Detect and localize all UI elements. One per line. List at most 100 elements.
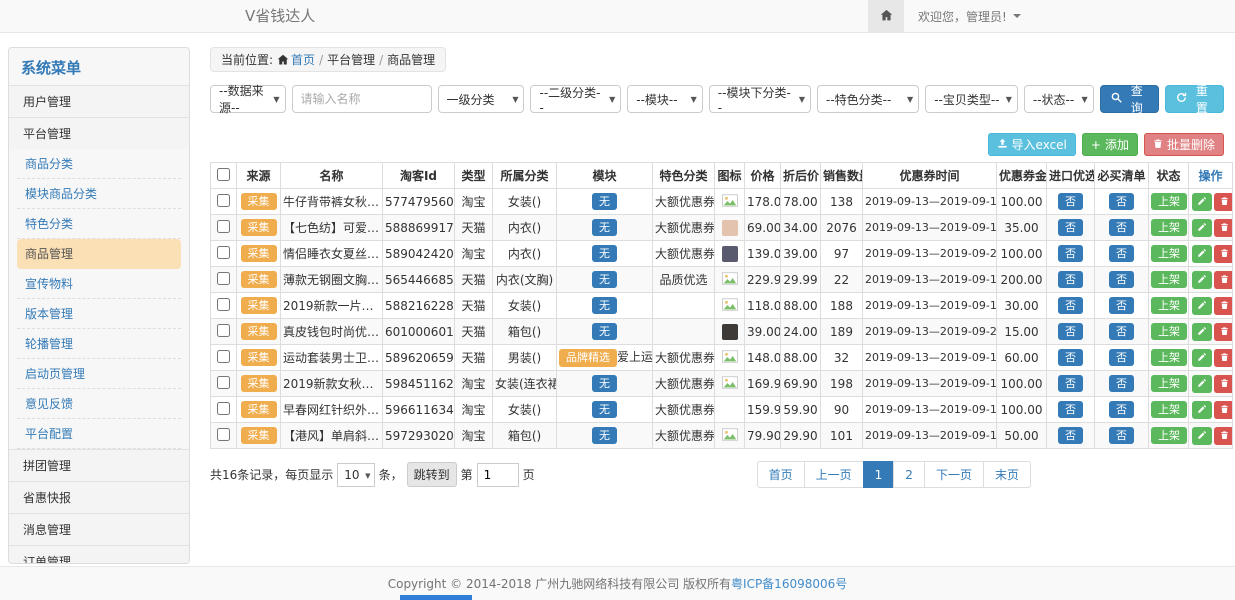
level2-category-select[interactable]: --二级分类--▼ (530, 85, 621, 113)
import-select-badge[interactable]: 否 (1058, 375, 1083, 393)
reset-button[interactable]: 重置 (1165, 85, 1224, 113)
module-subcategory-select[interactable]: --模块下分类--▼ (709, 85, 811, 113)
edit-button[interactable] (1192, 271, 1212, 289)
import-select-badge[interactable]: 否 (1058, 323, 1083, 341)
page-button[interactable]: 下一页 (924, 461, 984, 488)
name-input[interactable] (292, 85, 432, 113)
level1-category-select[interactable]: 一级分类▼ (438, 85, 525, 113)
import-excel-button[interactable]: 导入excel (988, 133, 1076, 156)
row-checkbox[interactable] (217, 272, 230, 285)
data-source-select[interactable]: --数据来源--▼ (210, 85, 286, 113)
item-type-select[interactable]: --宝贝类型--▼ (925, 85, 1018, 113)
status-badge[interactable]: 上架 (1151, 323, 1187, 341)
status-badge[interactable]: 上架 (1151, 297, 1187, 315)
batch-delete-button[interactable]: 批量删除 (1144, 133, 1224, 156)
sidebar-item[interactable]: 版本管理 (17, 299, 181, 329)
sidebar-item[interactable]: 省惠快报 (9, 481, 189, 513)
icp-link[interactable]: 粤ICP备16098006号 (731, 575, 847, 592)
delete-button[interactable] (1214, 323, 1233, 341)
must-buy-badge[interactable]: 否 (1109, 193, 1134, 211)
import-select-badge[interactable]: 否 (1058, 297, 1083, 315)
import-select-badge[interactable]: 否 (1058, 271, 1083, 289)
sidebar-item[interactable]: 订单管理 (9, 545, 189, 564)
edit-button[interactable] (1192, 323, 1212, 341)
sidebar-item[interactable]: 意见反馈 (17, 389, 181, 419)
must-buy-badge[interactable]: 否 (1109, 375, 1134, 393)
delete-button[interactable] (1214, 271, 1233, 289)
home-button[interactable] (868, 0, 904, 32)
breadcrumb-home-link[interactable]: 首页 (291, 53, 315, 67)
sidebar-item[interactable]: 用户管理 (9, 85, 189, 117)
sidebar-item[interactable]: 拼团管理 (9, 449, 189, 481)
sidebar-item[interactable]: 模块商品分类 (17, 179, 181, 209)
must-buy-badge[interactable]: 否 (1109, 297, 1134, 315)
row-checkbox[interactable] (217, 428, 230, 441)
must-buy-badge[interactable]: 否 (1109, 427, 1134, 445)
edit-button[interactable] (1192, 375, 1212, 393)
row-checkbox[interactable] (217, 194, 230, 207)
edit-button[interactable] (1192, 427, 1212, 445)
row-checkbox[interactable] (217, 220, 230, 233)
per-page-select[interactable]: 10 ▼ (337, 463, 374, 487)
import-select-badge[interactable]: 否 (1058, 193, 1083, 211)
import-select-badge[interactable]: 否 (1058, 219, 1083, 237)
status-badge[interactable]: 上架 (1151, 245, 1187, 263)
delete-button[interactable] (1214, 349, 1233, 367)
status-badge[interactable]: 上架 (1151, 271, 1187, 289)
edit-button[interactable] (1192, 297, 1212, 315)
status-badge[interactable]: 上架 (1151, 401, 1187, 419)
page-button[interactable]: 末页 (983, 461, 1031, 488)
row-checkbox[interactable] (217, 376, 230, 389)
page-button[interactable]: 2 (893, 461, 925, 488)
delete-button[interactable] (1214, 245, 1233, 263)
edit-button[interactable] (1192, 349, 1212, 367)
row-checkbox[interactable] (217, 298, 230, 311)
sidebar-item[interactable]: 启动页管理 (17, 359, 181, 389)
page-button[interactable]: 上一页 (804, 461, 864, 488)
page-button[interactable]: 1 (863, 461, 895, 488)
row-checkbox[interactable] (217, 402, 230, 415)
feature-category-select[interactable]: --特色分类--▼ (817, 85, 919, 113)
select-all-checkbox[interactable] (217, 168, 230, 181)
status-badge[interactable]: 上架 (1151, 193, 1187, 211)
must-buy-badge[interactable]: 否 (1109, 271, 1134, 289)
delete-button[interactable] (1214, 427, 1233, 445)
must-buy-badge[interactable]: 否 (1109, 245, 1134, 263)
status-badge[interactable]: 上架 (1151, 375, 1187, 393)
must-buy-badge[interactable]: 否 (1109, 323, 1134, 341)
import-select-badge[interactable]: 否 (1058, 245, 1083, 263)
import-select-badge[interactable]: 否 (1058, 349, 1083, 367)
search-button[interactable]: 查询 (1100, 85, 1159, 113)
user-menu[interactable]: 欢迎您，管理员! (904, 0, 1035, 32)
sidebar-item[interactable]: 特色分类 (17, 209, 181, 239)
status-badge[interactable]: 上架 (1151, 349, 1187, 367)
must-buy-badge[interactable]: 否 (1109, 349, 1134, 367)
page-number-input[interactable] (477, 463, 519, 487)
jump-to-button[interactable]: 跳转到 (407, 462, 457, 487)
row-checkbox[interactable] (217, 324, 230, 337)
row-checkbox[interactable] (217, 350, 230, 363)
must-buy-badge[interactable]: 否 (1109, 401, 1134, 419)
add-button[interactable]: + 添加 (1082, 133, 1138, 156)
sidebar-item[interactable]: 消息管理 (9, 513, 189, 545)
import-select-badge[interactable]: 否 (1058, 401, 1083, 419)
delete-button[interactable] (1214, 375, 1233, 393)
sidebar-item[interactable]: 宣传物料 (17, 269, 181, 299)
delete-button[interactable] (1214, 219, 1233, 237)
delete-button[interactable] (1214, 401, 1233, 419)
sidebar-item[interactable]: 平台管理 (9, 117, 189, 149)
status-badge[interactable]: 上架 (1151, 427, 1187, 445)
edit-button[interactable] (1192, 219, 1212, 237)
must-buy-badge[interactable]: 否 (1109, 219, 1134, 237)
sidebar-item[interactable]: 商品管理 (17, 239, 181, 269)
status-badge[interactable]: 上架 (1151, 219, 1187, 237)
page-button[interactable]: 首页 (757, 461, 805, 488)
horizontal-scrollbar-thumb[interactable] (400, 595, 472, 600)
sidebar-item[interactable]: 轮播管理 (17, 329, 181, 359)
edit-button[interactable] (1192, 193, 1212, 211)
row-checkbox[interactable] (217, 246, 230, 259)
delete-button[interactable] (1214, 193, 1233, 211)
edit-button[interactable] (1192, 245, 1212, 263)
delete-button[interactable] (1214, 297, 1233, 315)
sidebar-item[interactable]: 商品分类 (17, 149, 181, 179)
